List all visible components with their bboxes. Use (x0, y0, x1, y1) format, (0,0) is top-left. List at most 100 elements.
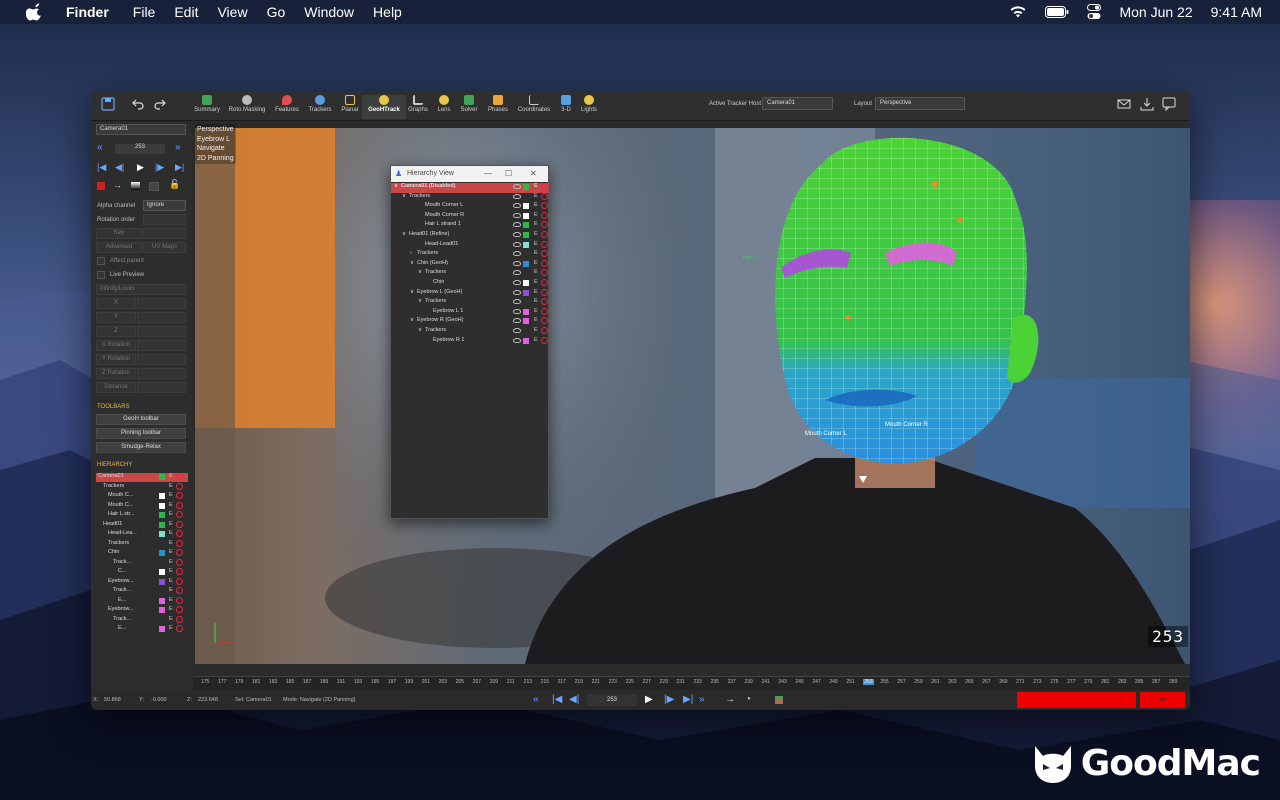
disable-icon[interactable] (176, 606, 183, 613)
menu-go[interactable]: Go (267, 4, 286, 20)
camera-select[interactable]: Camera01 (96, 124, 186, 135)
timeline-tick[interactable]: 241 (761, 679, 769, 685)
enable-toggle[interactable]: E (534, 183, 538, 189)
clock-icon[interactable]: ◔ (745, 694, 751, 705)
disable-icon[interactable] (176, 473, 183, 480)
disable-icon[interactable] (541, 288, 548, 296)
y-field[interactable] (137, 312, 186, 323)
timeline-tick[interactable]: 175 (201, 679, 209, 685)
menu-help[interactable]: Help (373, 4, 402, 20)
disable-icon[interactable] (176, 501, 183, 509)
timeline-tick[interactable]: 209 (490, 679, 498, 685)
timeline-tick[interactable]: 255 (880, 679, 888, 685)
hierarchy-window-row[interactable]: ∨ Trackers E (391, 192, 549, 203)
tab-lights[interactable]: Lights (567, 95, 611, 119)
viewport[interactable]: Mouth Corner L Mouth Corner R Hair L 253 (195, 128, 1190, 664)
color-swatch[interactable] (159, 474, 165, 480)
enable-toggle[interactable]: E (169, 616, 173, 622)
prev-frame-icon[interactable]: ◀| (115, 162, 124, 173)
expand-chevron-icon[interactable]: ∨ (394, 183, 398, 189)
eye-icon[interactable] (513, 251, 521, 257)
undo-icon[interactable] (131, 97, 145, 111)
rotation-order-select[interactable] (143, 214, 186, 225)
eye-icon[interactable] (513, 299, 521, 305)
hierarchy-window-row[interactable]: ∨ Camera01 (Disabled) E (391, 183, 549, 193)
disable-icon[interactable] (176, 520, 183, 528)
timeline-tick[interactable]: 219 (575, 679, 583, 685)
menu-edit[interactable]: Edit (174, 4, 198, 20)
y-rotation-field[interactable] (137, 354, 186, 365)
timeline-tick[interactable]: 229 (660, 679, 668, 685)
hierarchy-row[interactable]: C... E (96, 568, 188, 577)
lock-icon[interactable]: 🔓 (169, 179, 180, 190)
enable-toggle[interactable]: E (169, 606, 173, 612)
expand-chevron-icon[interactable]: ∨ (418, 327, 422, 333)
timeline-tick[interactable]: 245 (795, 679, 803, 685)
timeline-tick[interactable]: 233 (694, 679, 702, 685)
frame-field[interactable]: 253 (587, 694, 637, 706)
maximize-icon[interactable]: ☐ (505, 169, 512, 178)
disable-icon[interactable] (176, 511, 183, 518)
enable-toggle[interactable]: E (169, 597, 173, 603)
hierarchy-row[interactable]: Track... E (96, 558, 188, 568)
eye-icon[interactable] (513, 184, 521, 189)
z-rotation-field[interactable] (137, 368, 186, 379)
eye-icon[interactable] (513, 241, 521, 247)
color-swatch[interactable] (159, 597, 165, 604)
timeline-tick[interactable]: 267 (982, 679, 990, 685)
enable-toggle[interactable]: E (169, 578, 173, 584)
timeline-tick[interactable]: 199 (405, 679, 413, 685)
enable-toggle[interactable]: E (169, 473, 173, 479)
timeline-tick[interactable]: 271 (1016, 679, 1024, 685)
disable-icon[interactable] (176, 549, 183, 556)
status-red-button[interactable]: 3d (1140, 692, 1185, 708)
enable-toggle[interactable]: E (534, 241, 538, 247)
rewind-icon[interactable]: « (533, 694, 539, 705)
square-icon[interactable] (149, 182, 159, 191)
download-icon[interactable] (1140, 97, 1154, 111)
timeline-tick[interactable]: 283 (1118, 679, 1126, 685)
timeline-tick[interactable]: 257 (897, 679, 905, 685)
disable-icon[interactable] (541, 336, 548, 344)
eye-icon[interactable] (513, 222, 521, 228)
color-swatch[interactable] (523, 308, 529, 315)
disable-icon[interactable] (541, 192, 548, 200)
timeline-tick[interactable]: 243 (778, 679, 786, 685)
enable-toggle[interactable]: E (534, 250, 538, 256)
disable-icon[interactable] (176, 568, 183, 575)
menu-view[interactable]: View (217, 4, 247, 20)
mail-icon[interactable] (1117, 97, 1131, 111)
expand-chevron-icon[interactable]: ∨ (410, 289, 414, 295)
menu-date[interactable]: Mon Jun 22 (1119, 4, 1192, 20)
hierarchy-row[interactable]: Head01 E (96, 520, 188, 530)
enable-toggle[interactable]: E (169, 483, 173, 489)
x-field[interactable] (137, 298, 186, 309)
hierarchy-window-row[interactable]: ∨ Head01 (Refine) E (391, 231, 549, 241)
disable-icon[interactable] (541, 269, 548, 277)
enable-toggle[interactable]: E (169, 625, 173, 631)
color-swatch[interactable] (523, 232, 529, 238)
timeline-tick[interactable]: 281 (1101, 679, 1109, 685)
first-frame-icon[interactable]: |◀ (97, 162, 106, 173)
disable-icon[interactable] (176, 482, 183, 490)
wifi-icon[interactable] (1009, 5, 1027, 19)
enable-toggle[interactable]: E (534, 279, 538, 285)
color-swatch[interactable] (523, 241, 529, 248)
first-frame-icon[interactable]: |◀ (552, 694, 562, 705)
timeline-tick[interactable]: 179 (235, 679, 243, 685)
timeline-tick[interactable]: 259 (914, 679, 922, 685)
expand-chevron-icon[interactable]: ∨ (402, 231, 406, 237)
save-icon[interactable] (101, 97, 115, 111)
hierarchy-row[interactable]: Mouth C... E (96, 501, 188, 511)
color-swatch[interactable] (159, 502, 165, 509)
play-icon[interactable]: ▶ (137, 162, 144, 173)
distance-field[interactable] (137, 382, 186, 393)
menu-time[interactable]: 9:41 AM (1211, 4, 1262, 20)
enable-toggle[interactable]: E (534, 289, 538, 295)
timeline-tick[interactable]: 191 (337, 679, 345, 685)
eye-icon[interactable] (513, 328, 521, 333)
apple-icon[interactable] (26, 3, 44, 21)
disable-icon[interactable] (541, 202, 548, 210)
hierarchy-row[interactable]: Hair L.str... E (96, 511, 188, 520)
timeline-tick[interactable]: 197 (388, 679, 396, 685)
